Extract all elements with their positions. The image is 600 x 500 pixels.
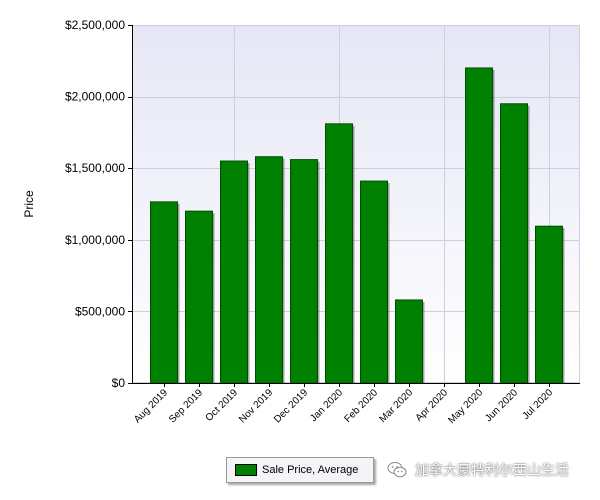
x-tick-labels: Aug 2019Sep 2019Oct 2019Nov 2019Dec 2019… — [132, 387, 555, 426]
y-tick-label: $2,500,000 — [65, 18, 125, 32]
y-tick-label: $1,500,000 — [65, 161, 125, 175]
bar-may-2020 — [465, 67, 493, 384]
x-tick-label: Aug 2019 — [132, 387, 170, 425]
legend-swatch — [235, 464, 257, 476]
x-tick-label: Jun 2020 — [483, 387, 520, 424]
y-axis-title: Price — [22, 190, 36, 218]
x-tick-label: Mar 2020 — [377, 387, 415, 425]
x-tick-label: May 2020 — [446, 387, 485, 426]
bar-jun-2020 — [500, 103, 528, 384]
bar-nov-2019 — [255, 156, 283, 384]
bar-dec-2019 — [290, 159, 318, 384]
bar-chart: $0 $500,000 $1,000,000 $1,500,000 $2,000,000… — [22, 18, 580, 426]
bar-jan-2020 — [325, 123, 353, 384]
y-tick-label: $500,000 — [75, 304, 125, 318]
x-tick-label: Feb 2020 — [342, 387, 380, 425]
x-tick-label: Sep 2019 — [167, 387, 205, 425]
x-tick-label: Jan 2020 — [308, 387, 345, 424]
watermark: 加拿大豪特利尔西山生活 — [387, 460, 569, 480]
chart-root: $0 $500,000 $1,000,000 $1,500,000 $2,000,000… — [0, 0, 600, 500]
bar-feb-2020 — [360, 180, 388, 384]
bar-jul-2020 — [535, 225, 563, 384]
watermark-text: 加拿大豪特利尔西山生活 — [415, 462, 569, 478]
x-tick-label: Jul 2020 — [521, 387, 556, 422]
y-tick-labels: $0 $500,000 $1,000,000 $1,500,000 $2,000,000… — [65, 18, 125, 390]
legend-label: Sale Price, Average — [262, 464, 359, 476]
y-tick-label: $0 — [112, 376, 126, 390]
y-tick-label: $2,000,000 — [65, 90, 125, 104]
x-tick-label: Oct 2019 — [204, 387, 241, 424]
bar-oct-2019 — [220, 160, 248, 384]
legend: Sale Price, Average — [226, 457, 374, 483]
bar-sep-2019 — [185, 210, 213, 384]
x-tick-label: Dec 2019 — [272, 387, 310, 425]
y-tick-label: $1,000,000 — [65, 233, 125, 247]
wechat-icon — [387, 462, 407, 478]
x-tick-label: Nov 2019 — [237, 387, 275, 425]
bar-mar-2020 — [395, 299, 423, 384]
bar-aug-2019 — [150, 201, 178, 384]
x-tick-label: Apr 2020 — [414, 387, 451, 424]
